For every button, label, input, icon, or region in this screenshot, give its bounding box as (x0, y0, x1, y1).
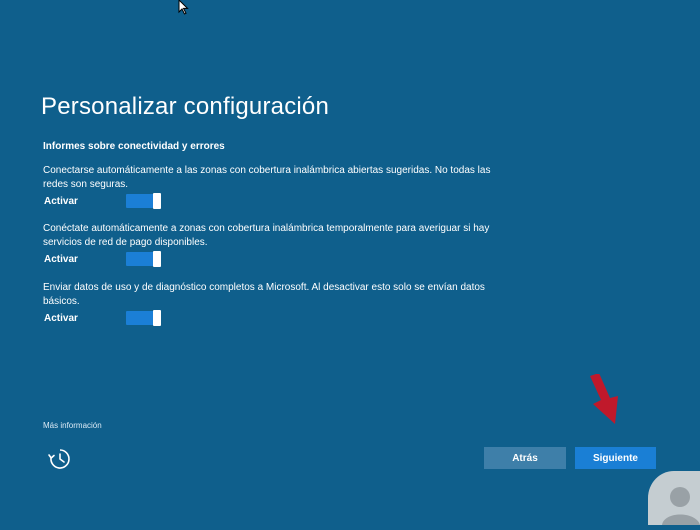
toggle-row: Activar (43, 193, 503, 210)
open-hotspots-toggle[interactable] (126, 193, 161, 209)
toggle-label: Activar (44, 254, 78, 265)
setting-open-hotspots: Conectarse automáticamente a las zonas c… (43, 164, 503, 210)
next-button[interactable]: Siguiente (575, 447, 656, 469)
ease-of-access-icon[interactable] (47, 447, 73, 471)
toggle-knob (153, 310, 161, 326)
back-button[interactable]: Atrás (484, 447, 566, 469)
toggle-label: Activar (44, 313, 78, 324)
setting-diagnostic-data: Enviar datos de uso y de diagnóstico com… (43, 281, 503, 327)
toggle-row: Activar (43, 251, 503, 268)
toggle-label: Activar (44, 196, 78, 207)
section-heading: Informes sobre conectividad y errores (43, 141, 225, 152)
setting-description: Conectarse automáticamente a las zonas c… (43, 165, 491, 190)
setting-paid-network-services: Conéctate automáticamente a zonas con co… (43, 222, 503, 268)
diagnostic-data-toggle[interactable] (126, 310, 161, 326)
paid-network-services-toggle[interactable] (126, 251, 161, 267)
more-info-link[interactable]: Más información (43, 421, 102, 430)
toggle-knob (153, 251, 161, 267)
mouse-cursor-icon (178, 0, 189, 15)
red-arrow-icon (590, 374, 618, 424)
avatar-watermark-icon (648, 471, 700, 525)
setting-description: Enviar datos de uso y de diagnóstico com… (43, 282, 485, 307)
toggle-knob (153, 193, 161, 209)
setting-description: Conéctate automáticamente a zonas con co… (43, 223, 490, 248)
toggle-row: Activar (43, 310, 503, 327)
page-title: Personalizar configuración (41, 93, 330, 120)
